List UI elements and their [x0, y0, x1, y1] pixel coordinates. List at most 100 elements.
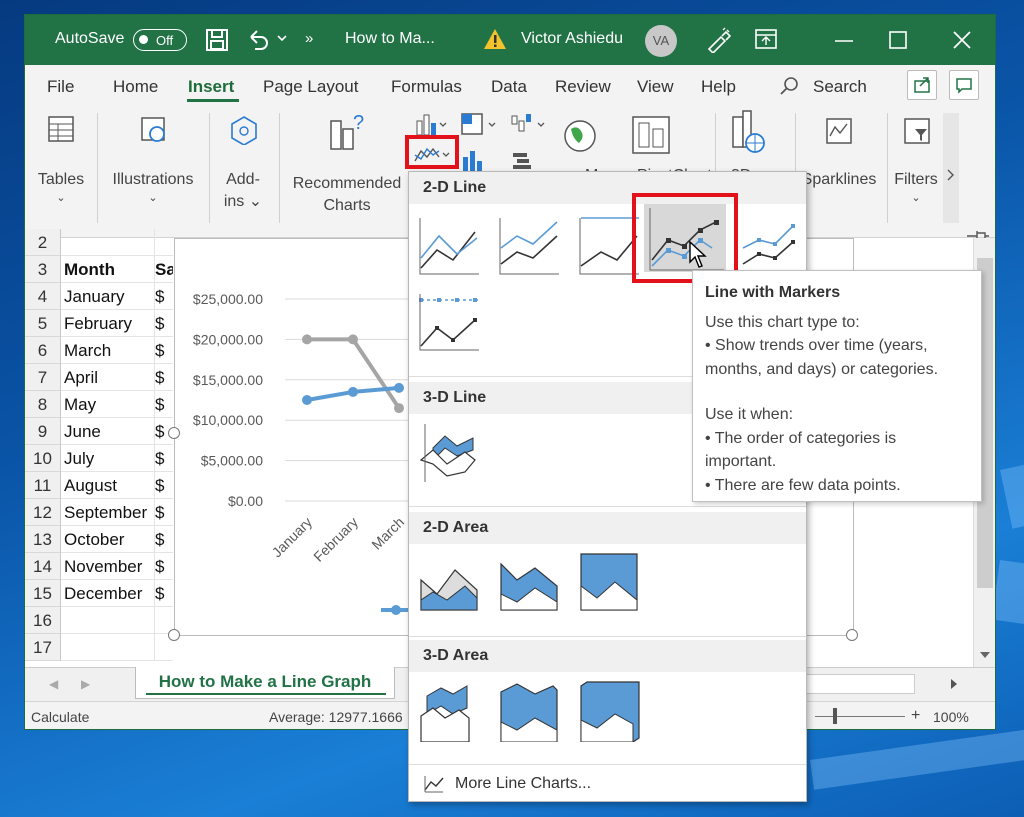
cell-sales[interactable]: $: [155, 445, 173, 472]
row-header[interactable]: 13: [25, 526, 61, 553]
add-ins-button[interactable]: Add-ins ⌄: [215, 105, 271, 225]
cell-month[interactable]: [61, 607, 155, 634]
cell-sales[interactable]: $: [155, 580, 173, 607]
comments-button[interactable]: [949, 70, 979, 100]
cell-month[interactable]: January: [61, 283, 155, 310]
chart-type-3d-100-stacked-area[interactable]: [577, 678, 641, 743]
save-icon[interactable]: [205, 28, 229, 52]
chart-type-stacked-line[interactable]: [497, 214, 561, 278]
tab-review[interactable]: Review: [555, 77, 611, 97]
search-box[interactable]: Search: [813, 77, 867, 97]
cell-month[interactable]: November: [61, 553, 155, 580]
tab-scroll-right-icon[interactable]: ▶: [81, 677, 90, 691]
chevron-down-icon[interactable]: [277, 35, 287, 43]
zoom-in-icon[interactable]: +: [911, 707, 920, 725]
cell-month[interactable]: August: [61, 472, 155, 499]
cell-month[interactable]: Month: [61, 256, 155, 283]
cell-month[interactable]: May: [61, 391, 155, 418]
cell-month[interactable]: September: [61, 499, 155, 526]
cell-sales[interactable]: $: [155, 391, 173, 418]
row-header[interactable]: 12: [25, 499, 61, 526]
cell-month[interactable]: October: [61, 526, 155, 553]
chart-resize-handle[interactable]: [168, 427, 180, 439]
row-header[interactable]: 4: [25, 283, 61, 310]
illustrations-button[interactable]: Illustrations ⌄: [105, 105, 201, 225]
scroll-down-icon[interactable]: [979, 650, 991, 660]
cell-sales[interactable]: $: [155, 310, 173, 337]
chart-resize-handle[interactable]: [846, 629, 858, 641]
zoom-slider[interactable]: [815, 716, 905, 717]
row-header[interactable]: 11: [25, 472, 61, 499]
scroll-right-icon[interactable]: [949, 678, 959, 690]
chart-type-100-stacked-area[interactable]: [577, 550, 641, 614]
tab-view[interactable]: View: [637, 77, 674, 97]
chart-type-area[interactable]: [417, 550, 481, 614]
cell-month[interactable]: March: [61, 337, 155, 364]
avatar[interactable]: VA: [645, 25, 677, 57]
chart-type-100-stacked-line-markers[interactable]: [417, 290, 481, 354]
row-header[interactable]: 9: [25, 418, 61, 445]
ribbon-scroll-right-button[interactable]: [943, 113, 959, 223]
chart-type-line-with-markers[interactable]: [644, 204, 726, 272]
cell-month[interactable]: July: [61, 445, 155, 472]
cell-month[interactable]: February: [61, 310, 155, 337]
minimize-icon[interactable]: [835, 39, 853, 43]
row-header[interactable]: 6: [25, 337, 61, 364]
cell-sales[interactable]: Sa: [155, 256, 173, 283]
waterfall-chart-icon[interactable]: [509, 111, 549, 137]
cell-sales[interactable]: $: [155, 472, 173, 499]
tab-insert[interactable]: Insert: [188, 77, 234, 97]
row-header[interactable]: 7: [25, 364, 61, 391]
pivotchart-icon[interactable]: [631, 115, 671, 155]
tab-home[interactable]: Home: [113, 77, 158, 97]
row-header[interactable]: 17: [25, 634, 61, 661]
statistic-chart-icon[interactable]: [459, 147, 499, 173]
tab-formulas[interactable]: Formulas: [391, 77, 462, 97]
row-header[interactable]: 15: [25, 580, 61, 607]
maps-icon[interactable]: [561, 117, 599, 155]
row-header[interactable]: 5: [25, 310, 61, 337]
cell-month[interactable]: April: [61, 364, 155, 391]
maximize-icon[interactable]: [889, 31, 907, 49]
row-header[interactable]: 10: [25, 445, 61, 472]
cell-sales[interactable]: $: [155, 337, 173, 364]
undo-icon[interactable]: [245, 27, 271, 53]
row-header[interactable]: 14: [25, 553, 61, 580]
autosave-toggle[interactable]: Off: [133, 29, 187, 51]
cell-sales[interactable]: [155, 229, 173, 256]
search-icon[interactable]: [779, 76, 799, 96]
close-icon[interactable]: [953, 31, 971, 49]
recommended-charts-button[interactable]: ? Recommended Charts: [287, 105, 407, 225]
cell-sales[interactable]: $: [155, 553, 173, 580]
zoom-level[interactable]: 100%: [933, 709, 969, 725]
cell-month[interactable]: [61, 229, 155, 256]
cell-sales[interactable]: $: [155, 499, 173, 526]
sheet-tab-active[interactable]: How to Make a Line Graph: [135, 667, 395, 699]
row-header[interactable]: 3: [25, 256, 61, 283]
cell-sales[interactable]: $: [155, 283, 173, 310]
tab-help[interactable]: Help: [701, 77, 736, 97]
cell-sales[interactable]: $: [155, 526, 173, 553]
share-button[interactable]: [907, 70, 937, 100]
filters-button[interactable]: Filters ⌄: [889, 105, 943, 225]
line-chart-icon[interactable]: [413, 143, 453, 165]
tab-file[interactable]: File: [47, 77, 74, 97]
row-header[interactable]: 8: [25, 391, 61, 418]
cell-month[interactable]: [61, 634, 155, 661]
chart-type-3d-stacked-area[interactable]: [497, 678, 561, 743]
ribbon-display-options-icon[interactable]: [755, 29, 777, 49]
zoom-slider-thumb[interactable]: [833, 708, 837, 724]
tab-page-layout[interactable]: Page Layout: [263, 77, 358, 97]
chart-type-3d-area[interactable]: [417, 678, 481, 743]
chart-resize-handle[interactable]: [168, 629, 180, 641]
cell-sales[interactable]: $: [155, 364, 173, 391]
column-chart-icon[interactable]: [413, 111, 449, 137]
cell-month[interactable]: June: [61, 418, 155, 445]
cell-month[interactable]: December: [61, 580, 155, 607]
3d-map-icon[interactable]: [725, 109, 765, 157]
chart-type-stacked-area[interactable]: [497, 550, 561, 614]
tables-button[interactable]: Tables ⌄: [31, 105, 91, 225]
horizontal-scrollbar[interactable]: [805, 674, 915, 694]
warning-icon[interactable]: [483, 28, 507, 50]
tab-scroll-left-icon[interactable]: ◀: [49, 677, 58, 691]
